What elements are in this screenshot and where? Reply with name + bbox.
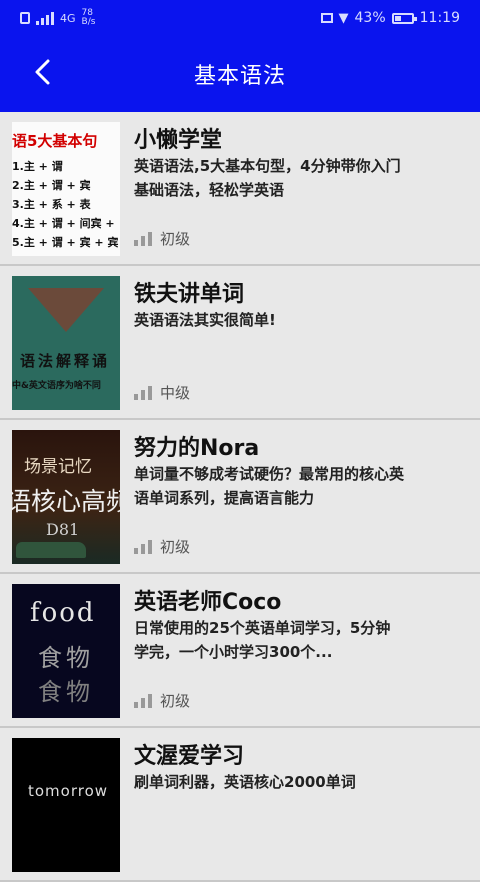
page-title: 基本语法 xyxy=(193,64,286,89)
level-bars-icon xyxy=(134,539,152,554)
course-title: 努力的Nora xyxy=(134,436,260,461)
level-label: 初级 xyxy=(160,692,191,710)
course-level: 初级 xyxy=(134,690,190,711)
car-illustration xyxy=(16,542,86,558)
thumb-row: 5.主 + 谓 + 宾 + 宾 xyxy=(12,236,119,249)
course-level: 初级 xyxy=(134,536,190,557)
net-speed: 78 B/s xyxy=(81,8,96,27)
status-bar: 4G 78 B/s ▼ 43% 11:19 xyxy=(0,0,480,36)
thumb-subcaption: 中&英文语序为啥不同 xyxy=(12,381,101,391)
thumb-row: 2.主 + 谓 + 宾 xyxy=(12,179,91,192)
thumb-caption: 食物 xyxy=(38,678,94,706)
course-card[interactable]: food 食物 食物 英语老师Coco 日常使用的25个英语单词学习，5分钟学完… xyxy=(0,574,480,728)
course-description: 英语语法,5大基本句型，4分钟带你入门基础语法，轻松学英语 xyxy=(134,157,401,199)
course-description: 单词量不够成考试硬伤？最常用的核心英语单词系列，提高语言能力 xyxy=(134,465,405,507)
course-level: 中级 xyxy=(134,382,190,403)
thumb-caption-large: 语核心高频 xyxy=(12,487,120,516)
thumb-row: 3.主 + 系 + 表 xyxy=(12,198,91,211)
status-left-group: 4G 78 B/s xyxy=(20,9,104,27)
vibrate-icon xyxy=(320,13,333,23)
course-thumbnail: food 食物 食物 xyxy=(12,584,120,718)
thumb-caption: 食物 xyxy=(38,644,94,672)
course-title: 铁夫讲单词 xyxy=(134,282,245,307)
thumb-caption: 语法解释诵 xyxy=(20,352,111,370)
battery-percent: 43% xyxy=(354,10,386,26)
thumb-episode: D81 xyxy=(46,520,80,539)
thumb-row: 1.主 + 谓 xyxy=(12,160,63,173)
course-card[interactable]: 语5大基本句 1.主 + 谓 2.主 + 谓 + 宾 3.主 + 系 + 表 4… xyxy=(0,112,480,266)
course-title: 文渥爱学习 xyxy=(134,744,245,769)
thumb-caption: tomorrow xyxy=(28,782,109,800)
course-card[interactable]: 语法解释诵 中&英文语序为啥不同 铁夫讲单词 英语语法其实很简单! 中级 xyxy=(0,266,480,420)
course-description: 刷单词利器，英语核心2000单词 xyxy=(134,773,356,791)
level-label: 中级 xyxy=(160,384,191,402)
clock: 11:19 xyxy=(419,10,460,26)
level-label: 初级 xyxy=(160,538,191,556)
back-button[interactable] xyxy=(20,50,64,94)
course-level: 初级 xyxy=(134,228,190,249)
carrier-label: 4G xyxy=(60,11,76,25)
thumb-caption: 场景记忆 xyxy=(24,457,92,477)
level-bars-icon xyxy=(134,231,152,246)
chevron-left-icon xyxy=(35,59,50,85)
wifi-icon: ▼ xyxy=(338,10,349,26)
thumb-caption: food xyxy=(30,598,96,628)
thumb-row: 4.主 + 谓 + 间宾 + xyxy=(12,217,115,230)
course-card[interactable]: tomorrow 文渥爱学习 刷单词利器，英语核心2000单词 xyxy=(0,728,480,882)
sim-icon xyxy=(20,12,30,24)
thumb-heading: 语5大基本句 xyxy=(12,132,98,150)
course-thumbnail: 语法解释诵 中&英文语序为啥不同 xyxy=(12,276,120,410)
level-bars-icon xyxy=(134,693,152,708)
course-description: 日常使用的25个英语单词学习，5分钟学完，一个小时学习300个... xyxy=(134,619,391,661)
level-label: 初级 xyxy=(160,230,191,248)
course-title: 英语老师Coco xyxy=(134,590,282,615)
pyramid-shape xyxy=(28,288,104,332)
course-title: 小懒学堂 xyxy=(134,128,223,153)
course-list: 语5大基本句 1.主 + 谓 2.主 + 谓 + 宾 3.主 + 系 + 表 4… xyxy=(0,112,480,882)
title-bar: 基本语法 xyxy=(0,36,480,112)
level-bars-icon xyxy=(134,385,152,400)
signal-icon xyxy=(36,11,54,25)
course-thumbnail: tomorrow xyxy=(12,738,120,872)
battery-icon xyxy=(391,12,417,24)
course-thumbnail: 场景记忆 语核心高频 D81 xyxy=(12,430,120,564)
status-right-group: ▼ 43% 11:19 xyxy=(320,10,460,26)
course-description: 英语语法其实很简单! xyxy=(134,311,276,329)
course-thumbnail: 语5大基本句 1.主 + 谓 2.主 + 谓 + 宾 3.主 + 系 + 表 4… xyxy=(12,122,120,256)
course-card[interactable]: 场景记忆 语核心高频 D81 努力的Nora 单词量不够成考试硬伤？最常用的核心… xyxy=(0,420,480,574)
app-header: 4G 78 B/s ▼ 43% 11:19 基本语法 xyxy=(0,0,480,112)
